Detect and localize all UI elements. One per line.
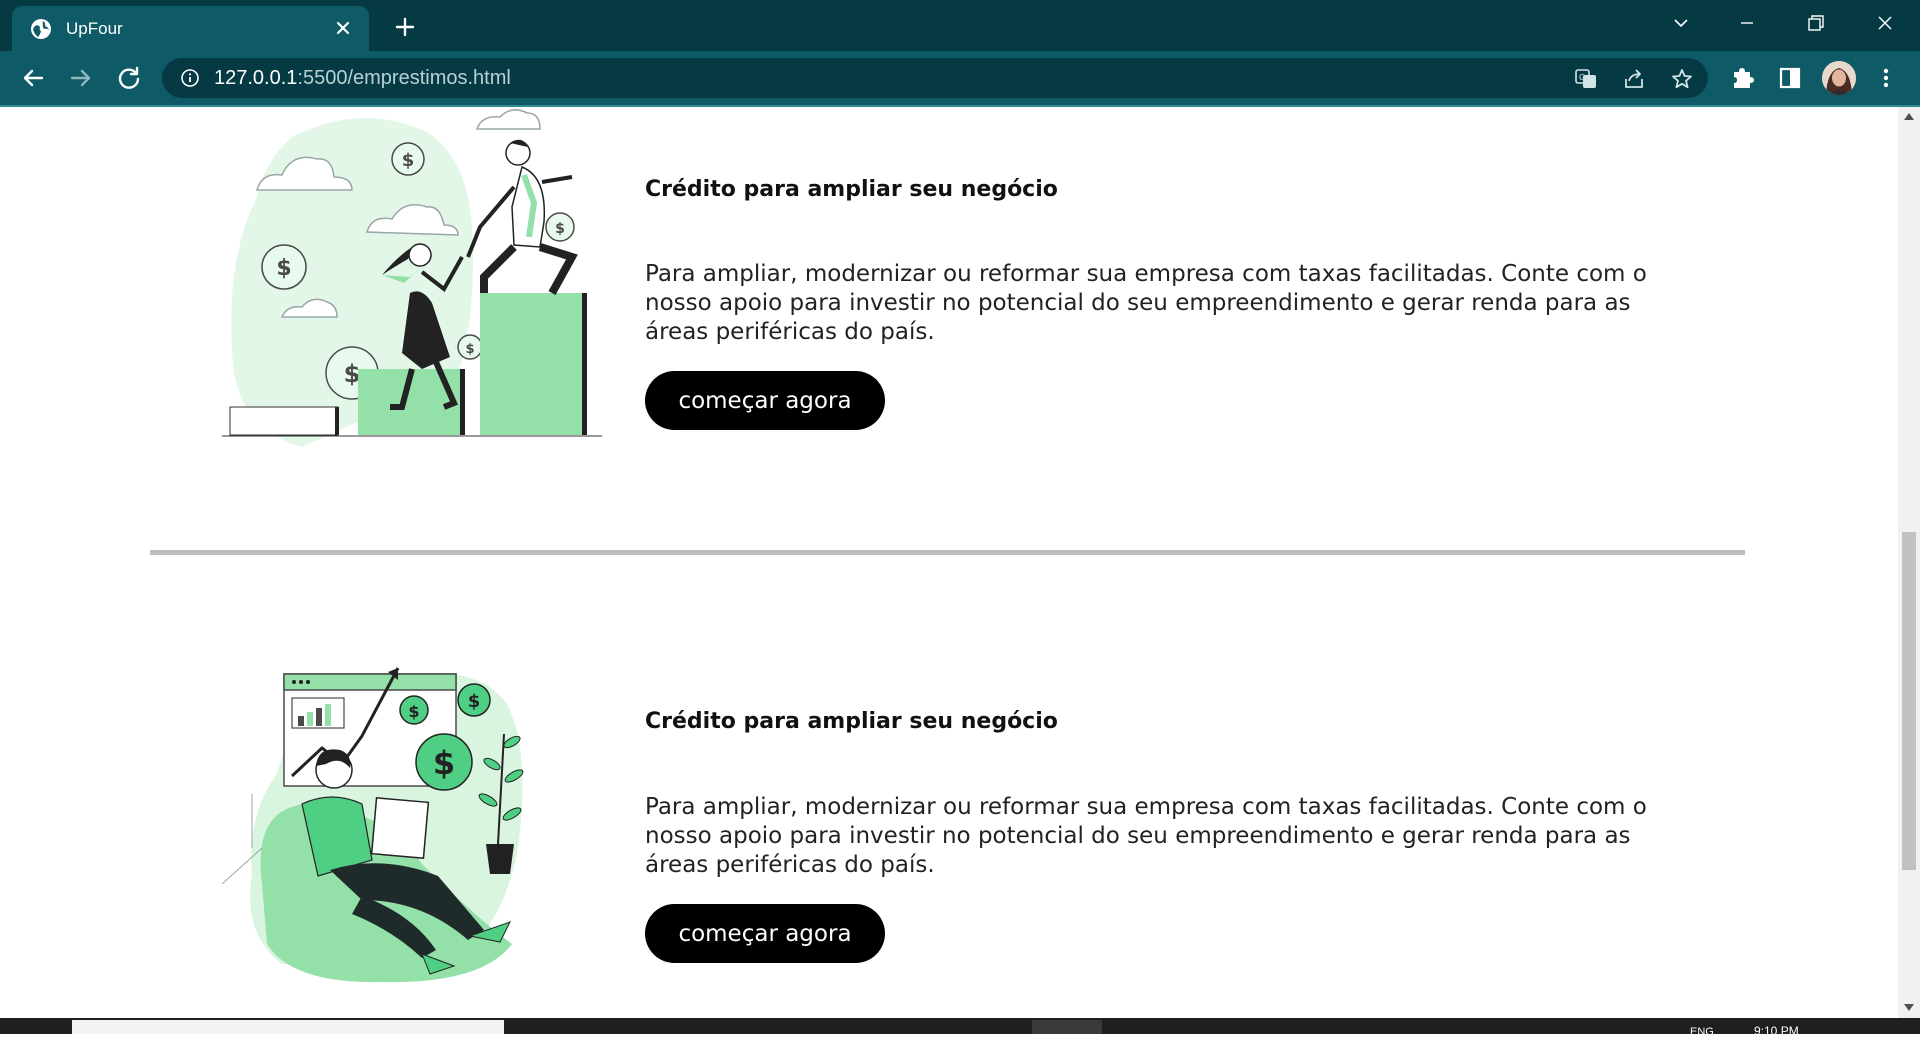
loan-card-1: $ $ $ $ $ Crédito para ampliar seu negóc… [0,107,1898,467]
profile-avatar[interactable] [1822,61,1856,95]
svg-text:$: $ [276,256,291,281]
svg-text:G: G [1579,73,1585,82]
loan-card-2: $ $ $ Crédito para ampliar seu negócio P… [0,638,1898,998]
bookmark-star-icon[interactable] [1670,67,1694,91]
card-description: Para ampliar, modernizar ou reformar sua… [645,261,1647,345]
taskbar-app-button[interactable] [1032,1020,1102,1034]
url-host: 127.0.0.1 [214,67,298,89]
tab-search-icon[interactable] [1662,8,1700,38]
new-tab-button[interactable] [390,12,420,42]
vertical-scrollbar[interactable] [1898,107,1920,1018]
address-bar[interactable]: 127.0.0.1:5500/emprestimos.html G [162,58,1708,98]
side-panel-icon[interactable] [1776,64,1804,92]
card-title: Crédito para ampliar seu negócio [645,177,1058,202]
tab-strip: UpFour [0,0,1920,51]
scroll-up-arrow-icon[interactable] [1904,113,1914,120]
climbing-stairs-illustration: $ $ $ $ $ [222,109,602,447]
section-divider [150,550,1745,555]
card-title: Crédito para ampliar seu negócio [645,709,1058,734]
url-path: :5500/emprestimos.html [297,67,511,89]
svg-text:$: $ [555,221,565,237]
browser-tab[interactable]: UpFour [12,6,369,51]
share-icon[interactable] [1622,67,1646,91]
site-info-icon[interactable] [180,68,200,88]
svg-text:$: $ [468,691,481,712]
tab-title: UpFour [66,19,123,38]
kebab-menu-icon[interactable] [1872,64,1900,92]
back-arrow-icon[interactable] [18,63,48,93]
page-viewport: $ $ $ $ $ Crédito para ampliar seu negóc… [0,107,1898,1018]
browser-toolbar: 127.0.0.1:5500/emprestimos.html G [0,51,1920,105]
svg-text:$: $ [344,360,361,388]
close-window-icon[interactable] [1866,8,1904,38]
taskbar-search-box[interactable] [72,1020,504,1034]
start-now-button[interactable]: começar agora [645,904,885,963]
forward-arrow-icon[interactable] [66,63,96,93]
investor-laptop-illustration: $ $ $ [222,667,524,983]
svg-text:$: $ [433,744,455,782]
reload-icon[interactable] [114,63,144,93]
scroll-down-arrow-icon[interactable] [1904,1004,1914,1011]
taskbar-language[interactable]: ENG [1690,1026,1714,1038]
minimize-icon[interactable] [1728,8,1766,38]
svg-text:$: $ [408,702,419,721]
translate-icon[interactable]: G [1574,67,1598,91]
svg-text:$: $ [465,342,474,357]
scroll-thumb[interactable] [1902,532,1916,870]
start-now-button[interactable]: começar agora [645,371,885,430]
url-text[interactable]: 127.0.0.1:5500/emprestimos.html [214,67,511,90]
svg-text:$: $ [402,150,415,171]
close-tab-icon[interactable] [331,16,355,40]
restore-icon[interactable] [1796,8,1834,38]
taskbar-clock[interactable]: 9:10 PM [1754,1024,1799,1038]
globe-icon [31,19,51,39]
profile-photo-icon [1822,61,1856,95]
card-description: Para ampliar, modernizar ou reformar sua… [645,794,1647,878]
extensions-puzzle-icon[interactable] [1728,64,1756,92]
os-taskbar: ENG 9:10 PM [0,1018,1920,1038]
